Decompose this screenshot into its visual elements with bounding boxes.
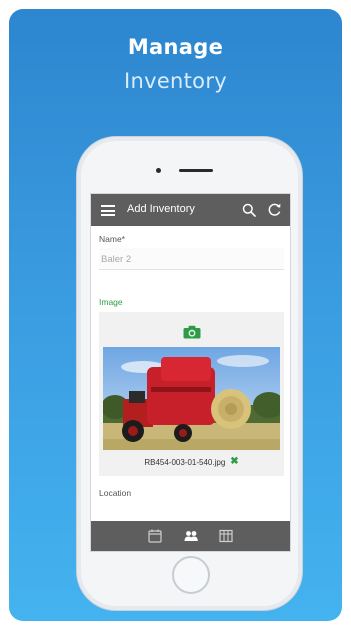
image-panel: RB454-003-01-540.jpg ✖ (99, 312, 284, 476)
grid-icon[interactable] (219, 529, 233, 543)
refresh-icon[interactable] (267, 202, 282, 217)
name-input[interactable]: Baler 2 (99, 248, 284, 270)
phone-frame: Add Inventory Name* Baler 2 Image RB454-… (76, 136, 303, 611)
image-file-row: RB454-003-01-540.jpg ✖ (99, 457, 284, 467)
app-screen: Add Inventory Name* Baler 2 Image RB454-… (90, 193, 291, 552)
earpiece-speaker (179, 169, 213, 172)
camera-icon[interactable] (183, 325, 201, 339)
promo-background: Manage Inventory Add Inventory Name* Bal… (9, 9, 342, 621)
image-file-name: RB454-003-01-540.jpg (144, 457, 226, 467)
calendar-icon[interactable] (148, 529, 162, 543)
page-title: Add Inventory (127, 203, 195, 215)
app-bar: Add Inventory (91, 194, 290, 226)
promo-subline: Inventory (123, 69, 227, 93)
location-field-label: Location (99, 488, 132, 498)
promo-headline: Manage (127, 35, 224, 59)
home-button[interactable] (172, 556, 210, 594)
name-field-label: Name* (99, 234, 125, 244)
people-icon[interactable] (184, 529, 198, 543)
inventory-form: Name* Baler 2 Image RB454-003-01-540.jpg… (91, 226, 290, 523)
bottom-tab-bar (91, 521, 290, 551)
search-icon[interactable] (242, 203, 256, 217)
menu-icon[interactable] (101, 205, 115, 216)
name-input-value: Baler 2 (101, 254, 132, 265)
image-field-label: Image (99, 297, 123, 307)
front-camera (156, 168, 161, 173)
remove-image-icon[interactable]: ✖ (230, 457, 238, 467)
inventory-photo[interactable] (103, 347, 280, 450)
